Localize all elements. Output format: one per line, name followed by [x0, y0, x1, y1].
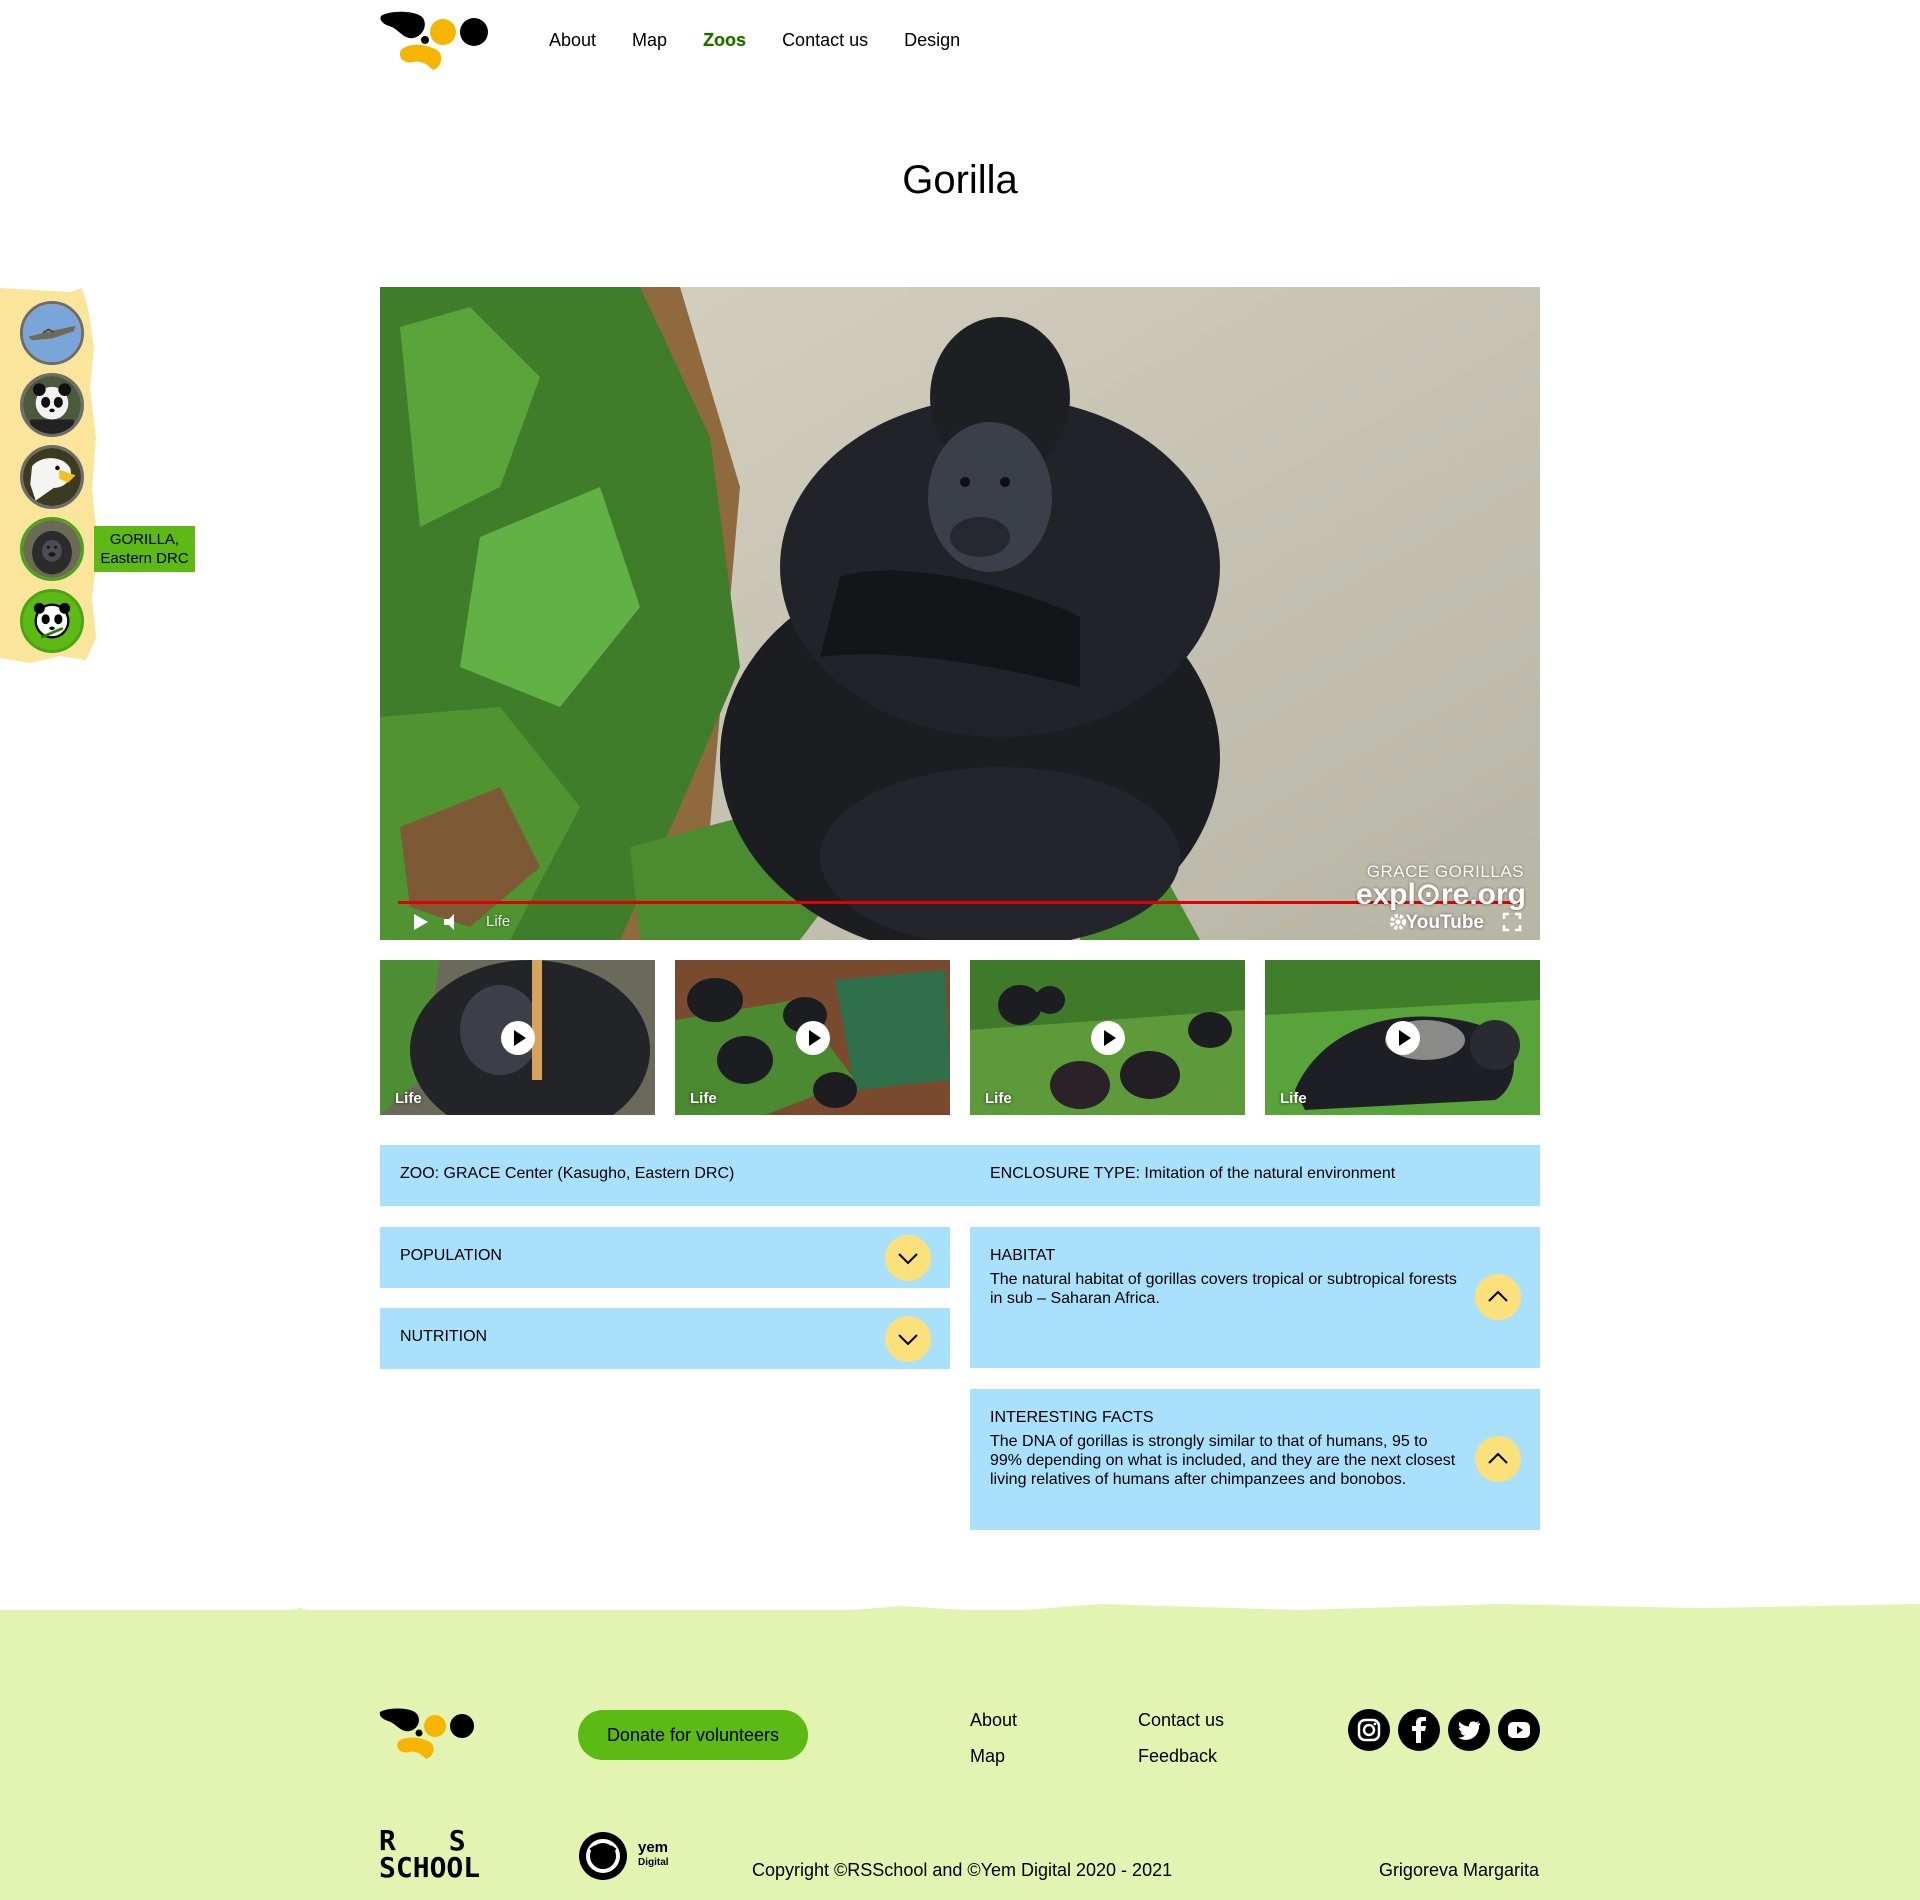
- nutrition-panel[interactable]: NUTRITION: [380, 1308, 950, 1369]
- tooltip-line-1: GORILLA,: [109, 531, 180, 548]
- tooltip-line-2: Eastern DRC: [100, 550, 189, 567]
- animal-eagle-button[interactable]: [20, 445, 84, 509]
- habitat-title: HABITAT: [990, 1247, 1056, 1264]
- facts-collapse-button[interactable]: [1475, 1436, 1521, 1482]
- main-nav: About Map Zoos Contact us Design: [549, 28, 996, 52]
- zoo-info-bar: ZOO: GRACE Center (Kasugho, Eastern DRC)…: [380, 1145, 1540, 1206]
- thumbnail-play-icon[interactable]: [1091, 1021, 1125, 1055]
- video-thumbnail-3[interactable]: Life: [970, 960, 1245, 1115]
- panda-cartoon-icon: [23, 592, 81, 650]
- population-expand-button[interactable]: [885, 1235, 931, 1281]
- yem-logo-line-1: yem: [638, 1839, 669, 1856]
- footer-link-contact[interactable]: Contact us: [1138, 1710, 1224, 1731]
- nav-about[interactable]: About: [549, 28, 596, 52]
- copyright-text: Copyright ©RSSchool and ©Yem Digital 202…: [752, 1860, 1173, 1880]
- video-thumbnail-4[interactable]: Life: [1265, 960, 1540, 1115]
- yem-logo-line-2: Digital: [638, 1857, 669, 1868]
- nutrition-title: NUTRITION: [400, 1328, 488, 1345]
- rs-logo-line-2: SCHOOL: [379, 1851, 481, 1884]
- thumbnail-label: Life: [985, 1090, 1012, 1107]
- author-name: Grigoreva Margarita: [1378, 1860, 1539, 1880]
- population-panel[interactable]: POPULATION: [380, 1227, 950, 1288]
- thumbnail-play-icon[interactable]: [1386, 1021, 1420, 1055]
- alligator-icon: [23, 304, 81, 362]
- rs-school-logo[interactable]: R S SCHOOL: [379, 1827, 522, 1884]
- video-progress-bar[interactable]: [398, 901, 1522, 904]
- footer-logo[interactable]: [379, 1707, 479, 1759]
- twitter-icon[interactable]: [1448, 1709, 1490, 1751]
- chevron-down-icon: [898, 1253, 918, 1265]
- video-player[interactable]: Life GRACE GORILLAS expl⊙re.org YouTube: [380, 287, 1540, 940]
- play-icon[interactable]: [410, 912, 430, 932]
- thumbnail-play-icon[interactable]: [501, 1021, 535, 1055]
- enclosure-type: ENCLOSURE TYPE: Imitation of the natural…: [990, 1165, 1396, 1182]
- habitat-panel[interactable]: HABITAT The natural habitat of gorillas …: [970, 1227, 1540, 1368]
- animal-panda-cartoon-button[interactable]: [20, 589, 84, 653]
- footer-link-map[interactable]: Map: [970, 1746, 1005, 1767]
- animal-gorilla-button[interactable]: [20, 517, 84, 581]
- thumbnail-label: Life: [690, 1090, 717, 1107]
- video-chapter-label: Life: [486, 913, 511, 930]
- thumbnail-label: Life: [395, 1090, 422, 1107]
- thumbnail-play-icon[interactable]: [796, 1021, 830, 1055]
- instagram-icon[interactable]: [1348, 1709, 1390, 1751]
- facebook-icon[interactable]: [1398, 1709, 1440, 1751]
- gorilla-icon: [23, 520, 81, 578]
- animal-panda-button[interactable]: [20, 373, 84, 437]
- nav-contact-us[interactable]: Contact us: [782, 28, 868, 52]
- footer-link-feedback[interactable]: Feedback: [1138, 1746, 1217, 1767]
- volume-icon[interactable]: [442, 912, 464, 932]
- page-title: Gorilla: [902, 158, 1018, 202]
- yem-emblem-icon: [579, 1832, 627, 1880]
- nav-map[interactable]: Map: [632, 28, 667, 52]
- youtube-logo[interactable]: YouTube: [1406, 912, 1484, 934]
- animal-alligator-button[interactable]: [20, 301, 84, 365]
- video-frame: [380, 287, 1540, 940]
- nav-design[interactable]: Design: [904, 28, 960, 52]
- zoo-name: ZOO: GRACE Center (Kasugho, Eastern DRC): [400, 1165, 735, 1182]
- yem-digital-logo[interactable]: yem Digital: [578, 1831, 678, 1881]
- facts-title: INTERESTING FACTS: [990, 1409, 1154, 1426]
- population-title: POPULATION: [400, 1247, 502, 1264]
- fullscreen-icon[interactable]: [1502, 912, 1522, 932]
- active-animal-tooltip: GORILLA, Eastern DRC: [94, 526, 195, 572]
- video-thumbnail-1[interactable]: Life: [380, 960, 655, 1115]
- interesting-facts-panel[interactable]: INTERESTING FACTS The DNA of gorillas is…: [970, 1389, 1540, 1530]
- habitat-text: The natural habitat of gorillas covers t…: [990, 1271, 1457, 1307]
- site-logo[interactable]: [379, 10, 493, 70]
- site-header: About Map Zoos Contact us Design: [0, 0, 1920, 80]
- footer-link-about[interactable]: About: [970, 1710, 1017, 1731]
- chevron-up-icon: [1488, 1452, 1508, 1464]
- habitat-collapse-button[interactable]: [1475, 1274, 1521, 1320]
- donate-button[interactable]: Donate for volunteers: [578, 1710, 808, 1760]
- thumbnail-label: Life: [1280, 1090, 1307, 1107]
- chevron-down-icon: [898, 1334, 918, 1346]
- nav-zoos[interactable]: Zoos: [703, 28, 746, 52]
- video-site-watermark: expl⊙re.org: [1355, 878, 1526, 911]
- facts-text: The DNA of gorillas is strongly similar …: [990, 1433, 1456, 1488]
- nutrition-expand-button[interactable]: [885, 1316, 931, 1362]
- video-thumbnails: Life Life Life Life: [380, 960, 1540, 1115]
- eagle-icon: [23, 448, 81, 506]
- video-thumbnail-2[interactable]: Life: [675, 960, 950, 1115]
- youtube-icon[interactable]: [1498, 1709, 1540, 1751]
- chevron-up-icon: [1488, 1290, 1508, 1302]
- panda-icon: [23, 376, 81, 434]
- site-footer: [0, 1610, 1920, 1900]
